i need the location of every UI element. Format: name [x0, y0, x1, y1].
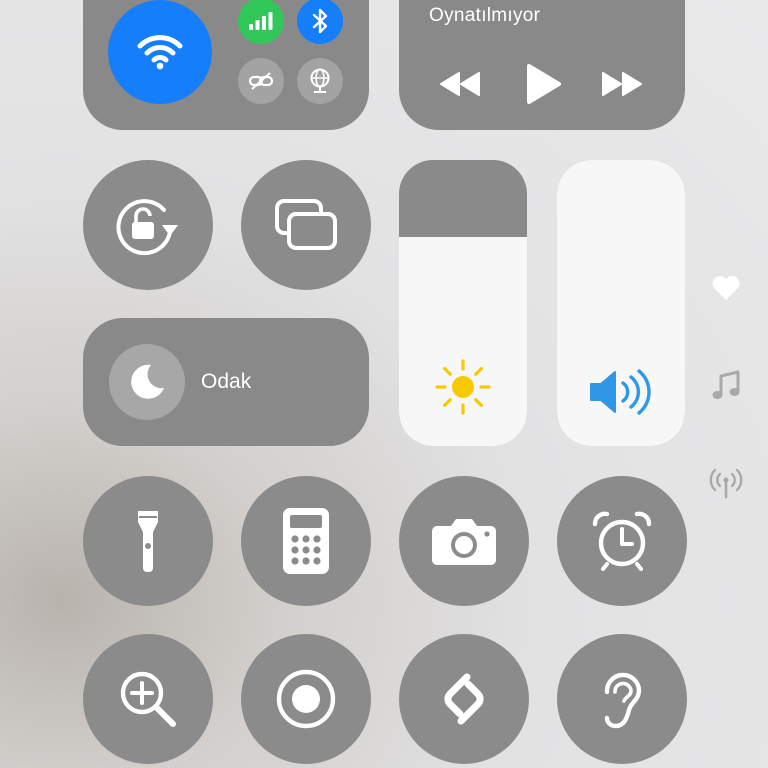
now-playing-panel[interactable]: Oynatılmıyor [399, 0, 685, 130]
screen-record-icon [276, 669, 336, 729]
vpn-network-button[interactable] [297, 58, 343, 104]
speaker-volume-icon [590, 369, 651, 415]
connectivity-panel[interactable] [83, 0, 369, 130]
side-page-favorites[interactable] [706, 268, 746, 308]
antenna-signal-icon [709, 468, 743, 499]
moon-icon [131, 364, 164, 399]
cellular-signal-icon [249, 12, 273, 30]
focus-button[interactable]: Odak [83, 318, 369, 446]
camera-button[interactable] [399, 476, 529, 606]
volume-icon-wrap [557, 368, 685, 416]
wifi-button[interactable] [108, 0, 212, 104]
volume-slider[interactable] [557, 160, 685, 446]
bluetooth-icon [312, 8, 328, 34]
flashlight-button[interactable] [83, 476, 213, 606]
bluetooth-button[interactable] [297, 0, 343, 44]
music-note-icon [712, 370, 740, 399]
shazam-icon [444, 673, 484, 725]
focus-label: Odak [201, 370, 252, 393]
now-playing-status: Oynatılmıyor [429, 5, 541, 26]
cellular-data-button[interactable] [238, 0, 284, 44]
side-page-music[interactable] [706, 366, 746, 406]
personal-hotspot-button[interactable] [238, 58, 284, 104]
magnifier-icon [120, 671, 176, 727]
camera-icon [432, 519, 496, 565]
fast-forward-icon [602, 72, 642, 96]
screen-recording-button[interactable] [241, 634, 371, 764]
screen-mirroring-icon [275, 199, 337, 250]
rotation-lock-icon [116, 199, 178, 256]
calculator-button[interactable] [241, 476, 371, 606]
rewind-icon [440, 72, 480, 96]
heart-icon [712, 276, 740, 300]
brightness-icon-wrap [399, 358, 527, 416]
play-icon [527, 64, 561, 104]
fast-forward-button[interactable] [599, 58, 645, 110]
shazam-button[interactable] [399, 634, 529, 764]
rotation-lock-button[interactable] [83, 160, 213, 290]
alarm-clock-icon [592, 511, 652, 571]
brightness-slider[interactable] [399, 160, 527, 446]
play-button[interactable] [521, 58, 567, 110]
hearing-ear-icon [604, 672, 642, 729]
screen-mirroring-button[interactable] [241, 160, 371, 290]
calculator-icon [283, 508, 329, 574]
flashlight-icon [138, 511, 158, 572]
rewind-button[interactable] [437, 58, 483, 110]
alarm-clock-button[interactable] [557, 476, 687, 606]
side-page-connectivity[interactable] [706, 463, 746, 503]
magnifier-button[interactable] [83, 634, 213, 764]
focus-icon-circle [109, 344, 185, 420]
sun-icon [435, 359, 491, 415]
wifi-icon [137, 35, 183, 70]
hearing-button[interactable] [557, 634, 687, 764]
globe-network-icon [310, 68, 330, 93]
personal-hotspot-link-icon [248, 72, 274, 90]
